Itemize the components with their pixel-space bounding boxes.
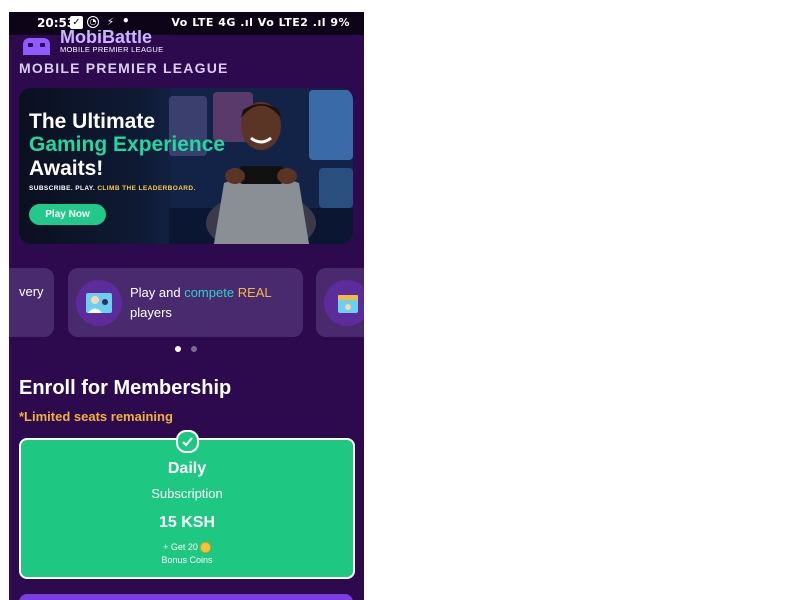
banner-title-line1: The Ultimate (29, 110, 156, 133)
calendar-icon (338, 295, 358, 313)
plan-price: 15 KSH (158, 514, 216, 531)
selected-check-icon (176, 430, 199, 453)
carousel-dot[interactable] (191, 346, 197, 352)
plan-bonus-text: + Get 20 (163, 542, 198, 552)
status-right: Vo LTE 4G .ıl Vo LTE2 .ıl 9% (171, 16, 350, 29)
carousel-card-current[interactable]: Play and compete REAL players (68, 268, 303, 337)
banner-subtitle-prefix: SUBSCRIBE. PLAY. (29, 185, 98, 192)
plan-name: Daily (167, 460, 207, 477)
carousel-dot-active[interactable] (175, 346, 181, 352)
activity-icon: ⚡ (106, 17, 115, 28)
next-plan-card-edge[interactable] (19, 594, 353, 600)
membership-title: Enroll for Membership (19, 377, 232, 399)
brand-logo-icon (23, 38, 50, 55)
card-text-gold: REAL (237, 285, 272, 300)
play-now-button[interactable]: Play Now (29, 204, 106, 225)
phone-screen: 20:53 ✓ ◔ ⚡ • Vo LTE 4G .ıl Vo LTE2 .ıl … (9, 12, 364, 600)
carousel-card-current-text: Play and compete REAL players (130, 283, 295, 323)
promo-banner[interactable]: The Ultimate Gaming Experience Awaits! S… (19, 88, 353, 244)
carousel-card-prev-text: very (19, 284, 44, 299)
status-dot-icon: • (122, 14, 130, 28)
banner-subtitle: SUBSCRIBE. PLAY. CLIMB THE LEADERBOARD. (29, 185, 196, 192)
banner-title-line3: Awaits! (29, 157, 104, 180)
card-text-players: players (130, 305, 172, 320)
whatsapp-icon: ◔ (87, 16, 99, 28)
carousel-card-next[interactable] (316, 268, 364, 337)
card-text-teal: compete (184, 285, 235, 300)
banner-title-line2: Gaming Experience (29, 133, 226, 156)
plan-type: Subscription (151, 486, 223, 501)
carousel-card-prev[interactable] (9, 268, 54, 337)
plan-bonus-label: Bonus Coins (161, 555, 213, 565)
coin-icon (199, 542, 211, 554)
brand-subtitle: MOBILE PREMIER LEAGUE (60, 45, 164, 54)
players-icon (86, 293, 112, 313)
gamer-illustration (169, 88, 353, 244)
brand-name: MobiBattle (60, 30, 152, 44)
membership-note: *Limited seats remaining (19, 409, 173, 424)
notification-icon: ✓ (70, 16, 83, 29)
calendar-avatar (324, 280, 364, 326)
players-avatar (76, 280, 122, 326)
plan-bonus: + Get 20 (21, 542, 353, 554)
card-text-plain: Play and (130, 285, 185, 300)
banner-subtitle-highlight: CLIMB THE LEADERBOARD. (97, 185, 196, 192)
daily-plan-card[interactable]: Daily Subscription 15 KSH + Get 20 Bonus… (19, 438, 355, 579)
page-title: MOBILE PREMIER LEAGUE (19, 60, 229, 76)
